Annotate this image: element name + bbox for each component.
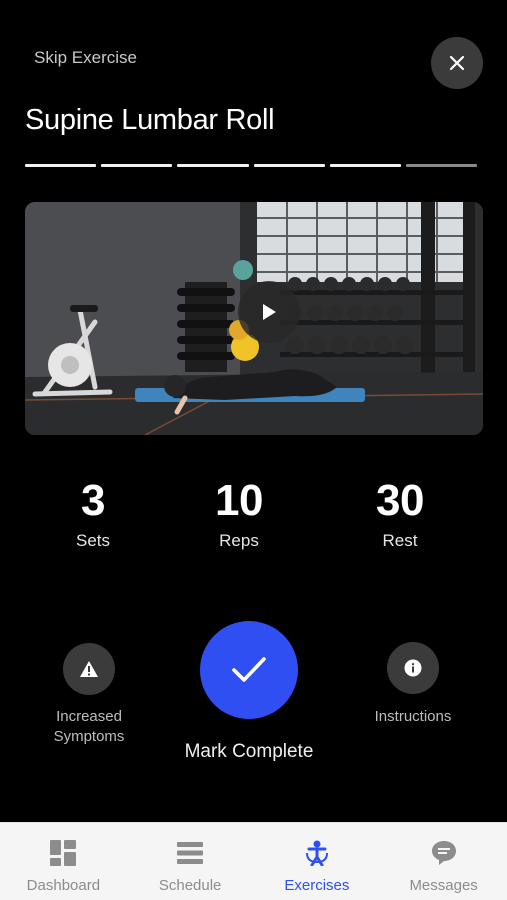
progress-segment bbox=[25, 164, 97, 167]
instructions-label: Instructions bbox=[374, 708, 452, 725]
checkmark-icon bbox=[232, 657, 266, 682]
stat-value: 10 bbox=[215, 476, 263, 525]
progress-segment bbox=[405, 164, 478, 167]
tab-dashboard[interactable]: Dashboard bbox=[0, 823, 127, 900]
play-icon bbox=[263, 304, 276, 320]
stat-reps: 10 Reps bbox=[179, 477, 299, 551]
tab-exercises[interactable]: Exercises bbox=[254, 823, 381, 900]
info-icon bbox=[404, 659, 422, 677]
exercise-progress bbox=[25, 164, 478, 167]
stat-sets: 3 Sets bbox=[33, 477, 153, 551]
bottom-tab-bar: Dashboard Schedule Exercises Messages bbox=[0, 822, 507, 900]
progress-segment bbox=[177, 164, 249, 167]
messages-icon bbox=[431, 841, 456, 865]
schedule-icon bbox=[177, 842, 204, 864]
stat-label: Rest bbox=[382, 531, 418, 550]
tab-messages[interactable]: Messages bbox=[380, 823, 507, 900]
dashboard-icon bbox=[50, 840, 77, 866]
stat-label: Sets bbox=[75, 531, 111, 550]
tab-schedule[interactable]: Schedule bbox=[127, 823, 254, 900]
instructions-button[interactable] bbox=[387, 642, 439, 694]
tab-label: Dashboard bbox=[26, 877, 101, 894]
close-button[interactable] bbox=[431, 37, 483, 89]
exercise-title: Supine Lumbar Roll bbox=[25, 104, 275, 136]
tab-label: Messages bbox=[409, 877, 478, 894]
tab-label: Exercises bbox=[284, 877, 350, 894]
skip-exercise-button[interactable]: Skip Exercise bbox=[34, 48, 137, 68]
mark-complete-label: Mark Complete bbox=[184, 741, 314, 762]
warning-icon bbox=[80, 661, 98, 677]
stat-rest: 30 Rest bbox=[340, 477, 460, 551]
mark-complete-button[interactable] bbox=[200, 621, 298, 719]
progress-segment bbox=[101, 164, 173, 167]
close-icon bbox=[449, 55, 465, 71]
stat-label: Reps bbox=[219, 531, 259, 550]
tab-label: Schedule bbox=[158, 877, 222, 894]
exercises-icon bbox=[305, 840, 328, 866]
increased-symptoms-button[interactable] bbox=[63, 643, 115, 695]
play-button[interactable] bbox=[238, 281, 300, 343]
progress-segment bbox=[329, 164, 401, 167]
increased-symptoms-label: Increased Symptoms bbox=[53, 708, 125, 745]
stat-value: 3 bbox=[81, 476, 105, 525]
stat-value: 30 bbox=[376, 476, 424, 525]
progress-segment bbox=[253, 164, 325, 167]
